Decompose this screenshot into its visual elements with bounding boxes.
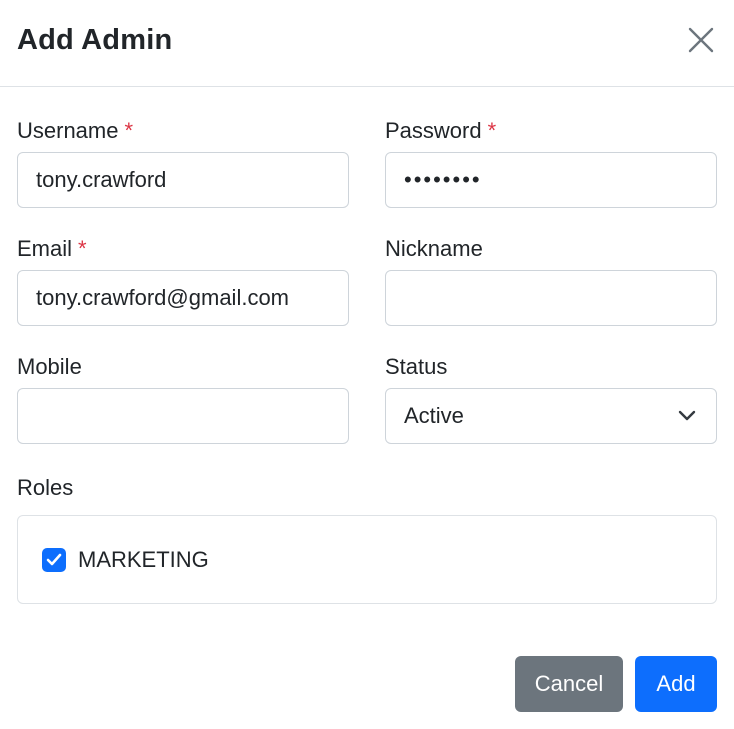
username-input[interactable] (17, 152, 349, 208)
modal-title: Add Admin (17, 23, 173, 56)
nickname-group: Nickname (385, 232, 717, 326)
email-input[interactable] (17, 270, 349, 326)
required-mark: * (78, 236, 87, 261)
username-group: Username * (17, 114, 349, 208)
role-label-marketing: MARKETING (78, 546, 209, 572)
roles-group: Roles MARKETING (17, 471, 717, 604)
status-label: Status (385, 354, 448, 379)
check-icon (46, 553, 62, 565)
email-label-text: Email (17, 236, 73, 261)
password-label-text: Password (385, 118, 482, 143)
modal-footer: Cancel Add (515, 656, 717, 712)
username-label: Username * (17, 114, 349, 148)
roles-box: MARKETING (17, 515, 717, 604)
form-row-1: Username* Password* (17, 114, 717, 208)
modal-body: Username* Password* Email* Nickname Mobi… (0, 114, 734, 604)
add-button[interactable]: Add (635, 656, 717, 712)
password-label: Password * (385, 114, 717, 148)
mobile-label: Mobile (17, 354, 82, 379)
required-mark: * (124, 118, 134, 143)
form-row-3: Mobile Status Active (17, 350, 717, 444)
cancel-button[interactable]: Cancel (515, 656, 623, 712)
mobile-input[interactable] (17, 388, 349, 444)
close-button[interactable] (684, 23, 718, 57)
required-mark: * (487, 118, 497, 143)
chevron-down-icon (678, 410, 696, 421)
modal-header: Add Admin (0, 0, 734, 87)
status-select[interactable]: Active (385, 388, 717, 444)
role-checkbox-marketing[interactable] (42, 547, 66, 572)
close-icon (688, 27, 714, 53)
form-row-2: Email* Nickname (17, 232, 717, 326)
status-selected-value: Active (404, 403, 464, 428)
email-label: Email * (17, 232, 349, 266)
password-group: Password * (385, 114, 717, 208)
password-input[interactable] (385, 152, 717, 208)
roles-label: Roles (17, 475, 74, 500)
mobile-group: Mobile (17, 350, 349, 444)
add-admin-modal: Add Admin Username* Password* Email* (0, 0, 734, 729)
email-group: Email * (17, 232, 349, 326)
username-label-text: Username (17, 118, 119, 143)
nickname-input[interactable] (385, 270, 717, 326)
status-group: Status Active (385, 350, 717, 444)
nickname-label: Nickname (385, 236, 483, 261)
